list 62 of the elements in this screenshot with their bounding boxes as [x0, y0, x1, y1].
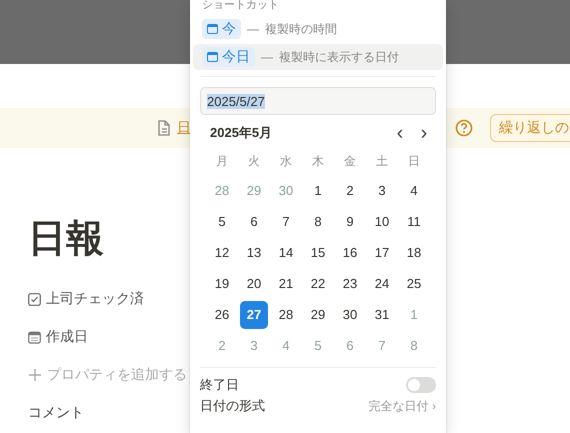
calendar-icon	[207, 24, 218, 34]
checkbox-icon	[28, 292, 41, 306]
calendar-day[interactable]: 12	[208, 238, 236, 266]
calendar-day[interactable]: 22	[304, 270, 332, 298]
plus-icon	[28, 368, 42, 382]
calendar-day[interactable]: 8	[304, 208, 332, 236]
weekday-label: 火	[247, 153, 261, 170]
calendar-day[interactable]: 26	[208, 300, 236, 328]
calendar-day[interactable]: 30	[336, 300, 364, 328]
end-date-toggle[interactable]	[406, 377, 436, 393]
calendar-day[interactable]: 24	[368, 270, 396, 298]
calendar-day[interactable]: 27	[240, 300, 268, 328]
weekday-label: 日	[407, 153, 421, 170]
calendar-icon	[207, 52, 218, 62]
help-icon[interactable]	[455, 119, 473, 137]
calendar-day[interactable]: 4	[400, 176, 428, 204]
calendar-day[interactable]: 25	[400, 270, 428, 298]
calendar-day[interactable]: 3	[368, 176, 396, 204]
calendar-day[interactable]: 16	[336, 238, 364, 266]
calendar-day[interactable]: 5	[208, 208, 236, 236]
calendar-day[interactable]: 23	[336, 270, 364, 298]
property-label: 作成日	[46, 328, 88, 346]
calendar-day[interactable]: 14	[272, 238, 300, 266]
calendar-day[interactable]: 6	[240, 208, 268, 236]
calendar-day[interactable]: 2	[336, 176, 364, 204]
calendar-day[interactable]: 18	[400, 238, 428, 266]
shortcut-description: 複製時の時間	[265, 20, 337, 38]
calendar-day[interactable]: 11	[400, 208, 428, 236]
calendar-day[interactable]: 17	[368, 238, 396, 266]
calendar-day[interactable]: 19	[208, 270, 236, 298]
weekday-label: 土	[375, 153, 389, 170]
next-month-button[interactable]: ›	[412, 123, 436, 143]
shortcut-item[interactable]: 今 — 複製時の時間	[200, 16, 436, 42]
dash: —	[247, 22, 259, 36]
page-title: 日報	[28, 217, 104, 262]
calendar-day[interactable]: 13	[240, 238, 268, 266]
calendar-day[interactable]: 20	[240, 270, 268, 298]
property-label: 上司チェック済	[46, 290, 144, 308]
comment-label: コメント	[28, 404, 84, 422]
weekday-label: 木	[311, 153, 325, 170]
calendar-day[interactable]: 7	[272, 208, 300, 236]
calendar-day[interactable]: 9	[336, 208, 364, 236]
weekday-label: 金	[343, 153, 357, 170]
section-heading: ショートカット	[201, 0, 280, 13]
date-input-field[interactable]: 2025/5/27	[200, 87, 436, 115]
calendar-day[interactable]: 21	[272, 270, 300, 298]
weekday-label: 水	[279, 153, 293, 170]
calendar-day[interactable]: 1	[304, 176, 332, 204]
dash: —	[261, 50, 273, 64]
document-icon	[157, 120, 171, 136]
month-label: 2025年5月	[210, 124, 272, 142]
weekday-label: 月	[215, 153, 229, 170]
end-date-label: 終了日	[200, 376, 239, 394]
previous-month-button[interactable]: ‹	[388, 123, 412, 143]
calendar-day[interactable]: 29	[304, 300, 332, 328]
date-format-label: 日付の形式	[200, 397, 265, 415]
shortcut-description: 複製時に表示する日付	[279, 48, 399, 66]
calendar-day[interactable]: 31	[368, 300, 396, 328]
calendar-icon	[28, 330, 41, 344]
calendar-day[interactable]: 15	[304, 238, 332, 266]
calendar-day[interactable]: 10	[368, 208, 396, 236]
calendar-day[interactable]: 28	[272, 300, 300, 328]
